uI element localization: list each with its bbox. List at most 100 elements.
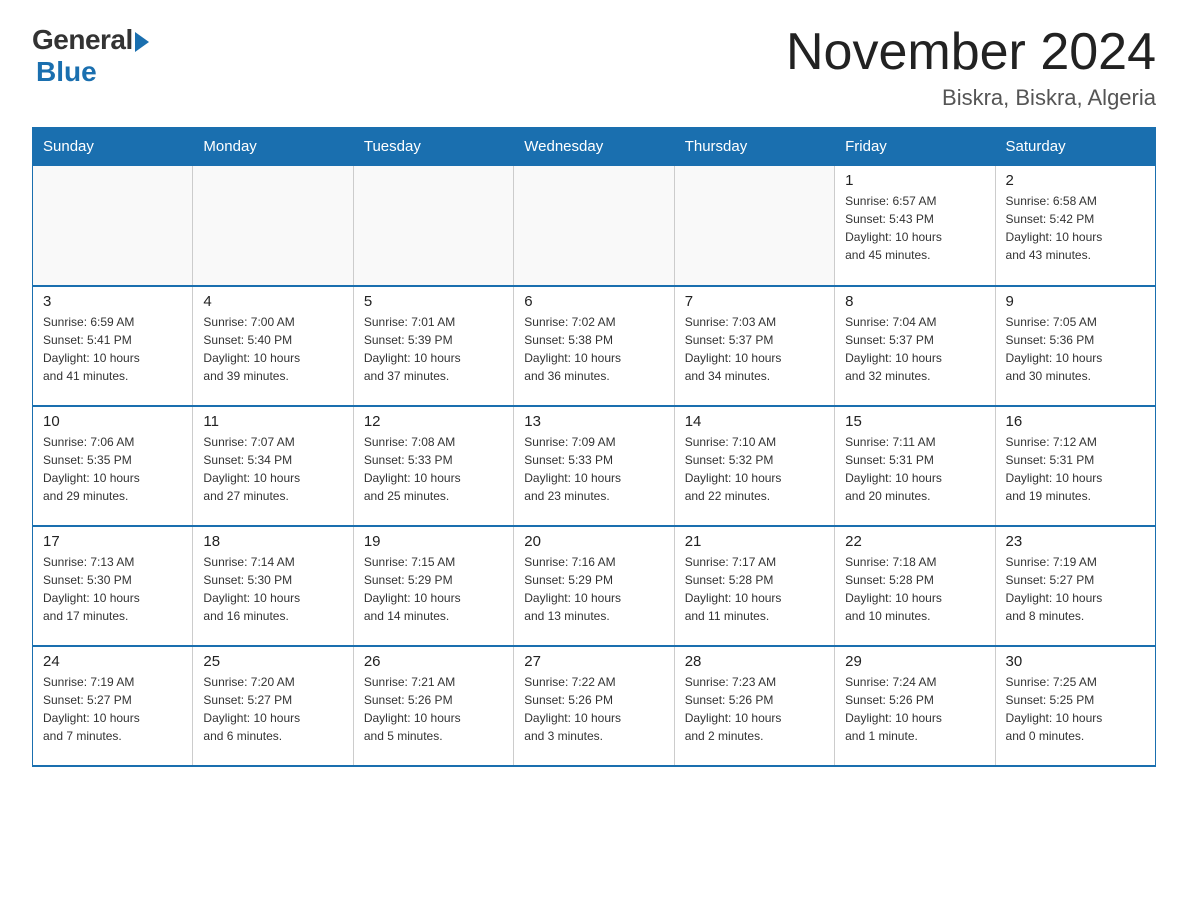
day-number: 19 [364,533,503,550]
day-sun-info: Sunrise: 7:11 AM Sunset: 5:31 PM Dayligh… [845,433,984,505]
month-year-title: November 2024 [786,24,1156,81]
calendar-cell: 28 Sunrise: 7:23 AM Sunset: 5:26 PM Dayli… [674,646,834,766]
day-sun-info: Sunrise: 7:22 AM Sunset: 5:26 PM Dayligh… [524,673,663,745]
logo-arrow-icon [135,32,149,52]
day-number: 15 [845,413,984,430]
day-of-week-header-monday: Monday [193,128,353,166]
day-number: 6 [524,293,663,310]
calendar-cell: 20 Sunrise: 7:16 AM Sunset: 5:29 PM Dayli… [514,526,674,646]
day-sun-info: Sunrise: 7:01 AM Sunset: 5:39 PM Dayligh… [364,313,503,385]
day-sun-info: Sunrise: 7:03 AM Sunset: 5:37 PM Dayligh… [685,313,824,385]
day-sun-info: Sunrise: 7:17 AM Sunset: 5:28 PM Dayligh… [685,553,824,625]
day-sun-info: Sunrise: 7:19 AM Sunset: 5:27 PM Dayligh… [1006,553,1145,625]
week-row-3: 10 Sunrise: 7:06 AM Sunset: 5:35 PM Dayli… [33,406,1156,526]
day-sun-info: Sunrise: 7:18 AM Sunset: 5:28 PM Dayligh… [845,553,984,625]
calendar-cell: 19Sunrise: 7:15 AM Sunset: 5:29 PM Dayli… [353,526,513,646]
day-of-week-header-friday: Friday [835,128,995,166]
day-sun-info: Sunrise: 7:19 AM Sunset: 5:27 PM Dayligh… [43,673,182,745]
location-subtitle: Biskra, Biskra, Algeria [786,85,1156,111]
day-number: 14 [685,413,824,430]
day-sun-info: Sunrise: 7:02 AM Sunset: 5:38 PM Dayligh… [524,313,663,385]
day-number: 27 [524,653,663,670]
calendar-cell [514,166,674,286]
calendar-cell: 5 Sunrise: 7:01 AM Sunset: 5:39 PM Daylig… [353,286,513,406]
day-sun-info: Sunrise: 7:24 AM Sunset: 5:26 PM Dayligh… [845,673,984,745]
day-number: 17 [43,533,182,550]
day-number: 10 [43,413,182,430]
day-number: 9 [1006,293,1145,310]
title-section: November 2024 Biskra, Biskra, Algeria [786,24,1156,111]
week-row-5: 24 Sunrise: 7:19 AM Sunset: 5:27 PM Dayli… [33,646,1156,766]
day-sun-info: Sunrise: 6:58 AM Sunset: 5:42 PM Dayligh… [1006,192,1145,264]
calendar-cell: 14 Sunrise: 7:10 AM Sunset: 5:32 PM Dayli… [674,406,834,526]
day-sun-info: Sunrise: 7:06 AM Sunset: 5:35 PM Dayligh… [43,433,182,505]
calendar-cell: 9 Sunrise: 7:05 AM Sunset: 5:36 PM Daylig… [995,286,1155,406]
calendar-cell: 3Sunrise: 6:59 AM Sunset: 5:41 PM Daylig… [33,286,193,406]
day-number: 12 [364,413,503,430]
week-row-4: 17Sunrise: 7:13 AM Sunset: 5:30 PM Dayli… [33,526,1156,646]
day-number: 25 [203,653,342,670]
calendar-cell: 11 Sunrise: 7:07 AM Sunset: 5:34 PM Dayli… [193,406,353,526]
calendar-cell [33,166,193,286]
day-sun-info: Sunrise: 6:59 AM Sunset: 5:41 PM Dayligh… [43,313,182,385]
logo-blue-text: Blue [36,56,97,88]
day-number: 28 [685,653,824,670]
day-number: 16 [1006,413,1145,430]
page-header: General Blue November 2024 Biskra, Biskr… [32,24,1156,111]
day-number: 2 [1006,172,1145,189]
day-number: 11 [203,413,342,430]
day-number: 29 [845,653,984,670]
day-sun-info: Sunrise: 7:20 AM Sunset: 5:27 PM Dayligh… [203,673,342,745]
week-row-1: 1 Sunrise: 6:57 AM Sunset: 5:43 PM Daylig… [33,166,1156,286]
day-sun-info: Sunrise: 7:07 AM Sunset: 5:34 PM Dayligh… [203,433,342,505]
day-number: 20 [524,533,663,550]
day-number: 4 [203,293,342,310]
day-sun-info: Sunrise: 7:16 AM Sunset: 5:29 PM Dayligh… [524,553,663,625]
calendar-cell: 6 Sunrise: 7:02 AM Sunset: 5:38 PM Daylig… [514,286,674,406]
day-number: 21 [685,533,824,550]
day-sun-info: Sunrise: 7:08 AM Sunset: 5:33 PM Dayligh… [364,433,503,505]
calendar-cell: 24 Sunrise: 7:19 AM Sunset: 5:27 PM Dayli… [33,646,193,766]
day-number: 1 [845,172,984,189]
day-sun-info: Sunrise: 7:10 AM Sunset: 5:32 PM Dayligh… [685,433,824,505]
week-row-2: 3Sunrise: 6:59 AM Sunset: 5:41 PM Daylig… [33,286,1156,406]
day-sun-info: Sunrise: 7:09 AM Sunset: 5:33 PM Dayligh… [524,433,663,505]
day-of-week-header-saturday: Saturday [995,128,1155,166]
calendar-cell: 29 Sunrise: 7:24 AM Sunset: 5:26 PM Dayli… [835,646,995,766]
calendar-cell: 21 Sunrise: 7:17 AM Sunset: 5:28 PM Dayli… [674,526,834,646]
calendar-cell: 2 Sunrise: 6:58 AM Sunset: 5:42 PM Daylig… [995,166,1155,286]
day-sun-info: Sunrise: 7:23 AM Sunset: 5:26 PM Dayligh… [685,673,824,745]
day-number: 7 [685,293,824,310]
day-sun-info: Sunrise: 7:00 AM Sunset: 5:40 PM Dayligh… [203,313,342,385]
calendar-cell [674,166,834,286]
calendar-cell: 8 Sunrise: 7:04 AM Sunset: 5:37 PM Daylig… [835,286,995,406]
day-sun-info: Sunrise: 7:04 AM Sunset: 5:37 PM Dayligh… [845,313,984,385]
day-number: 23 [1006,533,1145,550]
day-number: 22 [845,533,984,550]
day-sun-info: Sunrise: 6:57 AM Sunset: 5:43 PM Dayligh… [845,192,984,264]
calendar-cell: 12 Sunrise: 7:08 AM Sunset: 5:33 PM Dayli… [353,406,513,526]
logo-general-text: General [32,24,133,56]
day-number: 8 [845,293,984,310]
day-number: 18 [203,533,342,550]
calendar-cell: 4 Sunrise: 7:00 AM Sunset: 5:40 PM Daylig… [193,286,353,406]
calendar-cell: 7 Sunrise: 7:03 AM Sunset: 5:37 PM Daylig… [674,286,834,406]
day-number: 26 [364,653,503,670]
day-number: 5 [364,293,503,310]
calendar-cell: 16 Sunrise: 7:12 AM Sunset: 5:31 PM Dayli… [995,406,1155,526]
calendar-cell: 13Sunrise: 7:09 AM Sunset: 5:33 PM Dayli… [514,406,674,526]
calendar-cell: 18Sunrise: 7:14 AM Sunset: 5:30 PM Dayli… [193,526,353,646]
calendar-cell: 22 Sunrise: 7:18 AM Sunset: 5:28 PM Dayli… [835,526,995,646]
calendar-cell: 26Sunrise: 7:21 AM Sunset: 5:26 PM Dayli… [353,646,513,766]
day-of-week-header-wednesday: Wednesday [514,128,674,166]
day-sun-info: Sunrise: 7:12 AM Sunset: 5:31 PM Dayligh… [1006,433,1145,505]
calendar-cell [353,166,513,286]
day-of-week-header-sunday: Sunday [33,128,193,166]
day-number: 30 [1006,653,1145,670]
calendar-cell: 15 Sunrise: 7:11 AM Sunset: 5:31 PM Dayli… [835,406,995,526]
day-sun-info: Sunrise: 7:05 AM Sunset: 5:36 PM Dayligh… [1006,313,1145,385]
day-number: 24 [43,653,182,670]
day-sun-info: Sunrise: 7:25 AM Sunset: 5:25 PM Dayligh… [1006,673,1145,745]
calendar-cell: 23 Sunrise: 7:19 AM Sunset: 5:27 PM Dayli… [995,526,1155,646]
calendar-cell: 25 Sunrise: 7:20 AM Sunset: 5:27 PM Dayli… [193,646,353,766]
